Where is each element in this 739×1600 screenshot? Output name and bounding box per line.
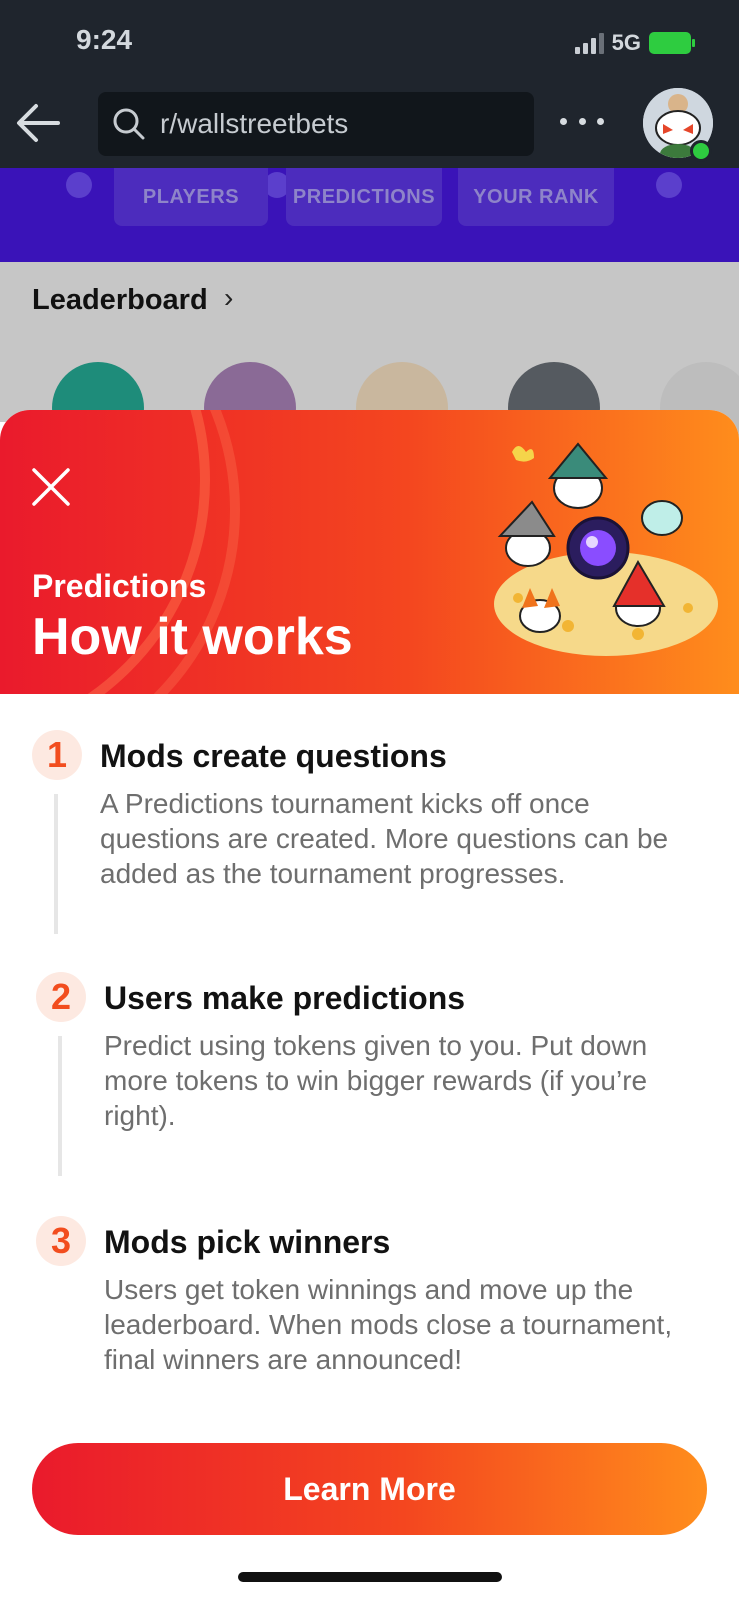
status-time: 9:24 xyxy=(76,24,133,55)
arrow-left-icon[interactable] xyxy=(14,98,64,148)
sheet-subtitle: Predictions xyxy=(32,568,207,604)
chevron-right-icon[interactable]: › xyxy=(224,282,233,314)
step-title: Mods pick winners xyxy=(104,1224,391,1260)
home-indicator[interactable] xyxy=(238,1572,502,1582)
step-number: 3 xyxy=(36,1216,86,1266)
signal-icon xyxy=(574,32,604,54)
online-status-dot xyxy=(690,140,712,162)
sheet-header: Predictions How it works xyxy=(0,410,739,694)
step-description: Predict using tokens given to you. Put d… xyxy=(104,1030,648,1131)
step-title: Users make predictions xyxy=(104,980,466,1016)
search-input[interactable]: r/wallstreetbets xyxy=(98,92,534,156)
close-icon[interactable] xyxy=(30,466,72,508)
step-number: 2 xyxy=(36,972,86,1022)
step-3: 3 Mods pick winners Users get token winn… xyxy=(32,1216,712,1406)
step-number: 1 xyxy=(32,730,82,780)
how-it-works-sheet: Predictions How it works 1 Mods create q… xyxy=(0,410,739,1600)
learn-more-button[interactable]: Learn More xyxy=(32,1443,707,1535)
step-divider xyxy=(54,794,58,934)
step-description: Users get token winnings and move up the… xyxy=(104,1274,673,1375)
step-title: Mods create questions xyxy=(100,738,447,774)
top-bar: 9:24 5G r/wallstreetbets xyxy=(0,0,739,168)
search-query: r/wallstreetbets xyxy=(160,108,349,139)
leaderboard-title[interactable]: Leaderboard xyxy=(32,284,208,317)
sheet-title: How it works xyxy=(32,608,353,666)
tab-your-rank[interactable]: YOUR RANK xyxy=(458,168,614,226)
step-2: 2 Users make predictions Predict using t… xyxy=(32,972,712,1176)
status-icons: 5G xyxy=(574,30,695,56)
leaderboard-section: Leaderboard › xyxy=(0,262,739,454)
search-icon xyxy=(113,108,145,140)
tab-bar: PLAYERS PREDICTIONS YOUR RANK xyxy=(0,168,739,262)
more-horizontal-icon[interactable] xyxy=(560,106,604,136)
battery-icon xyxy=(649,32,695,54)
tab-players[interactable]: PLAYERS xyxy=(114,168,268,226)
step-description: A Predictions tournament kicks off once … xyxy=(100,788,669,889)
network-label: 5G xyxy=(611,30,641,55)
wizards-illustration xyxy=(494,442,718,656)
step-1: 1 Mods create questions A Predictions to… xyxy=(32,730,712,934)
step-divider xyxy=(58,1036,62,1176)
tab-predictions[interactable]: PREDICTIONS xyxy=(286,168,442,226)
